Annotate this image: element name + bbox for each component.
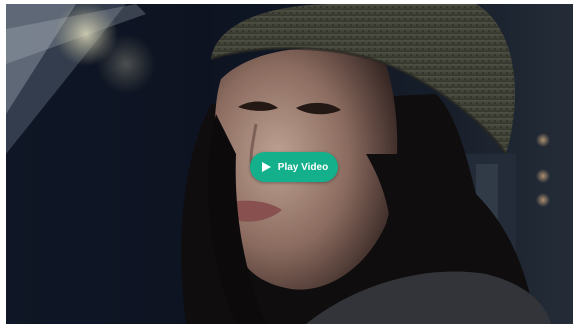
play-video-label: Play Video bbox=[277, 161, 329, 173]
play-video-button[interactable]: Play Video bbox=[250, 152, 338, 182]
play-icon bbox=[261, 162, 271, 172]
video-player[interactable]: Play Video bbox=[6, 4, 573, 324]
